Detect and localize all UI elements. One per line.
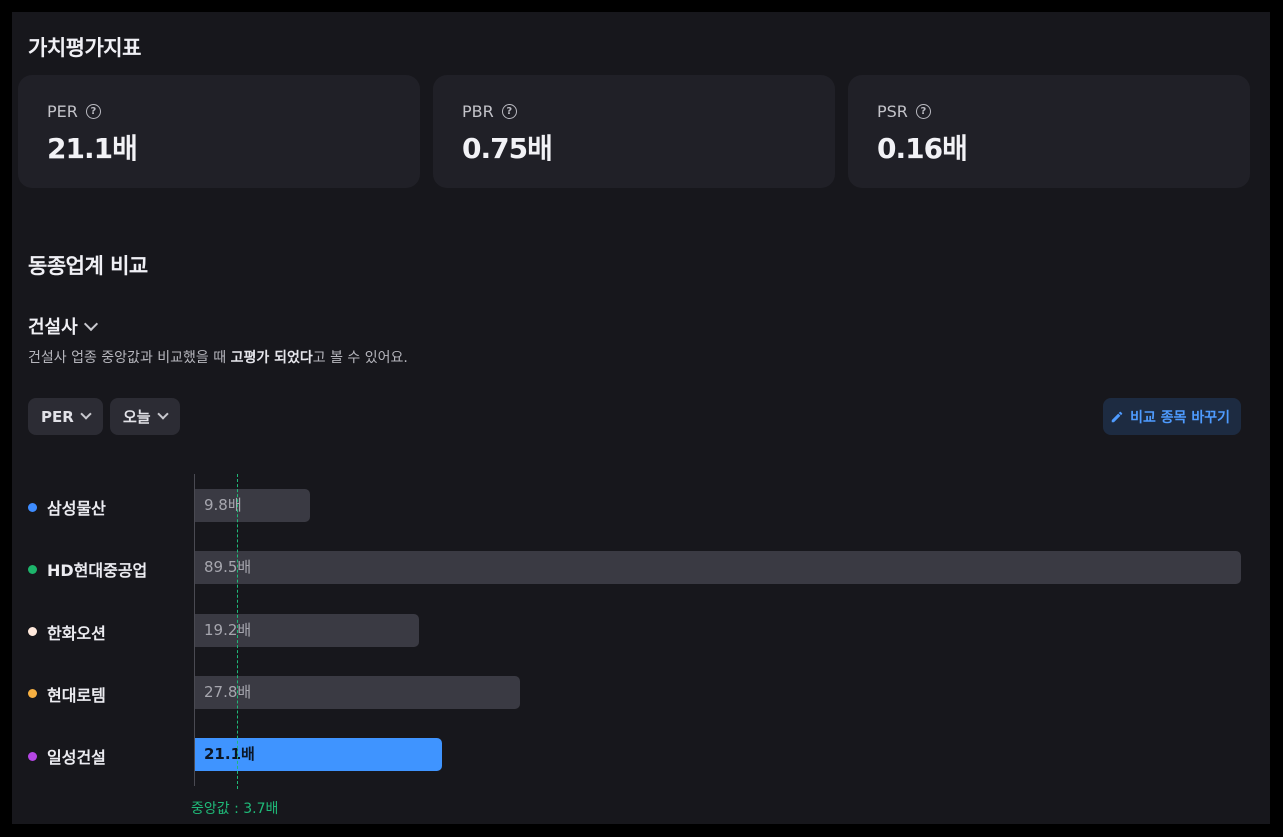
- pbr-value: 0.75배: [462, 132, 553, 165]
- bar: [195, 551, 1241, 585]
- desc-highlight: 고평가 되었다: [230, 350, 313, 366]
- company-label[interactable]: 삼성물산: [28, 495, 106, 519]
- pencil-icon: [1111, 411, 1123, 422]
- help-icon[interactable]: ?: [915, 104, 931, 119]
- pbr-card: PBR ? 0.75배: [433, 75, 835, 188]
- valuation-title: 가치평가지표: [28, 36, 141, 60]
- bar-value-label: 9.8배: [204, 496, 242, 514]
- metric-label: PER: [41, 407, 74, 426]
- chart-axis: [194, 474, 195, 786]
- period-label: 오늘: [123, 408, 151, 426]
- chevron-down-icon: [80, 408, 92, 420]
- desc-text-end: 고 볼 수 있어요.: [312, 350, 408, 366]
- legend-dot: [28, 502, 37, 512]
- company-name: HD현대중공업: [47, 561, 148, 581]
- company-name: 한화오션: [47, 623, 106, 643]
- help-icon[interactable]: ?: [501, 104, 517, 119]
- sector-dropdown[interactable]: 건설사: [28, 313, 98, 339]
- peer-title: 동종업계 비교: [28, 254, 148, 278]
- per-card: PER ? 21.1배: [18, 75, 420, 188]
- per-value: 21.1배: [47, 132, 138, 165]
- company-label[interactable]: 한화오션: [28, 620, 106, 644]
- legend-dot: [28, 564, 37, 574]
- company-label[interactable]: 현대로템: [28, 682, 106, 706]
- psr-card: PSR ? 0.16배: [848, 75, 1250, 188]
- metric-dropdown[interactable]: PER: [28, 398, 103, 435]
- bar-value-label: 27.8배: [204, 682, 252, 701]
- change-compare-label: 비교 종목 바꾸기: [1130, 409, 1230, 426]
- sector-label: 건설사: [28, 317, 78, 338]
- pbr-label: PBR: [462, 102, 494, 121]
- company-name: 삼성물산: [47, 499, 106, 518]
- chevron-down-icon: [83, 316, 98, 331]
- bar-value-label: 21.1배: [204, 745, 255, 764]
- bar-value-label: 89.5배: [204, 558, 252, 577]
- valuation-panel: 가치평가지표 PER ? 21.1배 PBR ? 0.75배 PSR ? 0.1…: [12, 12, 1270, 824]
- company-name: 일성건설: [47, 748, 106, 768]
- peer-description: 건설사 업종 중앙값과 비교했을 때 고평가 되었다고 볼 수 있어요.: [28, 347, 408, 367]
- psr-value: 0.16배: [877, 132, 968, 165]
- legend-dot: [28, 751, 37, 761]
- change-compare-button[interactable]: 비교 종목 바꾸기: [1103, 398, 1241, 435]
- desc-text: 건설사 업종 중앙값과 비교했을 때: [28, 350, 231, 366]
- psr-label: PSR: [877, 102, 908, 121]
- median-line: [237, 474, 238, 789]
- chevron-down-icon: [156, 408, 169, 420]
- company-label[interactable]: 일성건설: [28, 744, 106, 768]
- bar-value-label: 19.2배: [204, 620, 252, 639]
- company-name: 현대로템: [47, 685, 106, 705]
- legend-dot: [28, 627, 37, 637]
- company-label[interactable]: HD현대중공업: [28, 557, 147, 581]
- period-dropdown[interactable]: 오늘: [110, 398, 180, 435]
- median-label: 중앙값 : 3.7배: [191, 801, 279, 817]
- legend-dot: [28, 689, 37, 699]
- help-icon[interactable]: ?: [85, 104, 101, 119]
- per-label: PER: [47, 102, 78, 121]
